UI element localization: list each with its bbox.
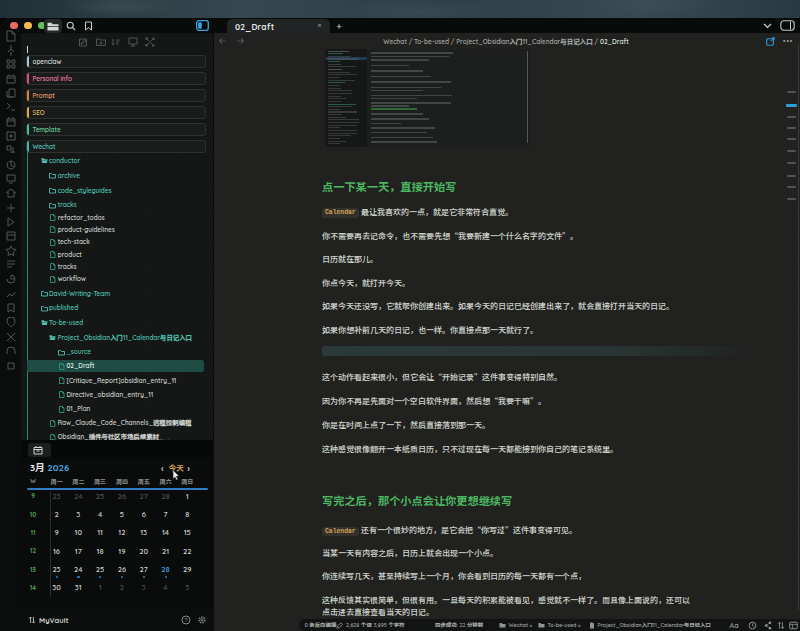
svg-text:?: ?	[184, 617, 188, 623]
